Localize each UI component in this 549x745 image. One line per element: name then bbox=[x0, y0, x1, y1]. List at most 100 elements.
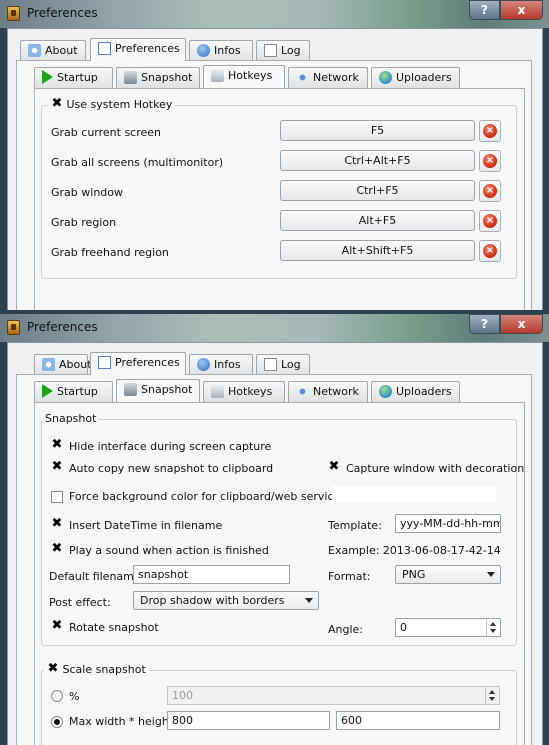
subtab-snapshot[interactable]: Snapshot bbox=[116, 67, 200, 88]
clear-hotkey-button[interactable]: × bbox=[479, 180, 501, 202]
clear-icon: × bbox=[483, 184, 497, 198]
window-title: Preferences bbox=[27, 320, 98, 334]
tab-preferences[interactable]: Preferences bbox=[90, 38, 186, 61]
clear-icon: × bbox=[483, 244, 497, 258]
rotate-snapshot-label: Rotate snapshot bbox=[69, 621, 159, 634]
hide-interface-label: Hide interface during screen capture bbox=[69, 440, 272, 453]
tab-label: About bbox=[59, 358, 92, 371]
hotkey-field-grab-region[interactable]: Alt+F5 bbox=[280, 210, 475, 231]
subtab-hotkeys[interactable]: Hotkeys bbox=[203, 381, 285, 402]
info-circle-icon bbox=[197, 357, 210, 371]
tab-label: Uploaders bbox=[396, 385, 452, 398]
title-bar: Preferences ? x bbox=[0, 0, 549, 28]
window-body: About Preferences Infos Log Startup Snap… bbox=[7, 342, 543, 745]
preferences-window-snapshot: Preferences ? x About Preferences Infos … bbox=[0, 314, 549, 745]
globe-icon bbox=[379, 384, 392, 398]
subtab-snapshot[interactable]: Snapshot bbox=[116, 379, 200, 402]
scale-snapshot-checkbox[interactable]: ✖ bbox=[47, 662, 59, 676]
tab-infos[interactable]: Infos bbox=[189, 354, 253, 375]
tab-infos[interactable]: Infos bbox=[189, 40, 253, 61]
template-label: Template: bbox=[328, 519, 382, 532]
percent-radio[interactable] bbox=[51, 690, 63, 702]
clear-hotkey-button[interactable]: × bbox=[479, 150, 501, 172]
rotate-snapshot-checkbox[interactable]: ✖ bbox=[51, 619, 63, 633]
subtab-uploaders[interactable]: Uploaders bbox=[371, 67, 460, 88]
play-sound-label: Play a sound when action is finished bbox=[69, 544, 269, 557]
tab-label: Infos bbox=[214, 44, 241, 57]
hide-interface-checkbox[interactable]: ✖ bbox=[51, 438, 63, 452]
max-height-input[interactable]: 600 bbox=[336, 711, 500, 730]
force-background-checkbox[interactable] bbox=[51, 491, 63, 503]
preferences-pane: Startup Snapshot Hotkeys Network Uploade… bbox=[16, 60, 532, 310]
hotkey-field-grab-freehand-region[interactable]: Alt+Shift+F5 bbox=[280, 240, 475, 261]
tab-label: Startup bbox=[57, 385, 98, 398]
default-filename-input[interactable]: snapshot bbox=[133, 565, 290, 584]
hotkey-row-label: Grab current screen bbox=[51, 126, 162, 139]
subtab-network[interactable]: Network bbox=[288, 381, 368, 402]
max-width-input[interactable]: 800 bbox=[167, 711, 330, 730]
tab-label: Preferences bbox=[115, 356, 180, 369]
angle-spinbox[interactable]: 0 bbox=[395, 618, 501, 637]
help-button[interactable]: ? bbox=[469, 314, 500, 334]
tab-label: Preferences bbox=[115, 42, 180, 55]
spin-arrows-icon[interactable] bbox=[486, 619, 500, 636]
insert-datetime-checkbox[interactable]: ✖ bbox=[51, 517, 63, 531]
camera-icon bbox=[124, 70, 137, 84]
close-button[interactable]: x bbox=[500, 314, 543, 334]
tab-about[interactable]: About bbox=[34, 354, 92, 375]
window-body: About Preferences Infos Log Startup Snap… bbox=[7, 28, 543, 310]
subtab-uploaders[interactable]: Uploaders bbox=[371, 381, 460, 402]
subtab-network[interactable]: Network bbox=[288, 67, 368, 88]
chevron-down-icon bbox=[487, 572, 495, 577]
max-size-radio[interactable] bbox=[51, 716, 63, 728]
auto-copy-checkbox[interactable]: ✖ bbox=[51, 460, 63, 474]
percent-spinbox[interactable]: 100 bbox=[167, 686, 500, 705]
tab-label: Uploaders bbox=[396, 71, 452, 84]
tab-preferences[interactable]: Preferences bbox=[90, 352, 186, 375]
tab-label: Network bbox=[313, 71, 359, 84]
app-icon bbox=[7, 6, 20, 21]
hotkey-row-label: Grab freehand region bbox=[51, 246, 169, 259]
subtab-hotkeys[interactable]: Hotkeys bbox=[203, 65, 285, 88]
background-color-swatch[interactable] bbox=[332, 486, 496, 502]
tab-log[interactable]: Log bbox=[256, 40, 310, 61]
spin-arrows-icon[interactable] bbox=[485, 687, 499, 704]
clear-hotkey-button[interactable]: × bbox=[479, 240, 501, 262]
format-label: Format: bbox=[328, 570, 371, 583]
template-input[interactable]: yyy-MM-dd-hh-mm-ss bbox=[395, 514, 501, 533]
help-button[interactable]: ? bbox=[469, 0, 500, 20]
clear-icon: × bbox=[483, 124, 497, 138]
info-icon bbox=[42, 357, 55, 371]
preferences-window-hotkeys: Preferences ? x About Preferences Infos … bbox=[0, 0, 549, 310]
hotkeys-pane: ✖ Use system Hotkey Grab current screen … bbox=[34, 88, 525, 310]
close-button[interactable]: x bbox=[500, 0, 543, 20]
use-system-hotkey-checkbox[interactable]: ✖ bbox=[51, 97, 63, 111]
format-select[interactable]: PNG bbox=[395, 565, 501, 584]
subtab-startup[interactable]: Startup bbox=[34, 67, 113, 88]
hotkey-field-grab-window[interactable]: Ctrl+F5 bbox=[280, 180, 475, 201]
default-filename-label: Default filename: bbox=[49, 570, 145, 583]
subtab-startup[interactable]: Startup bbox=[34, 381, 113, 402]
tab-label: Log bbox=[281, 44, 301, 57]
use-system-hotkey-label: Use system Hotkey bbox=[66, 98, 173, 111]
hotkey-field-grab-current-screen[interactable]: F5 bbox=[280, 120, 475, 141]
tab-label: Hotkeys bbox=[228, 385, 273, 398]
network-icon bbox=[296, 384, 309, 398]
force-background-label: Force background color for clipboard/web… bbox=[69, 490, 347, 503]
app-icon bbox=[7, 320, 20, 335]
preferences-pane: Startup Snapshot Hotkeys Network Uploade… bbox=[16, 374, 532, 745]
clear-hotkey-button[interactable]: × bbox=[479, 210, 501, 232]
clear-icon: × bbox=[483, 214, 497, 228]
play-sound-checkbox[interactable]: ✖ bbox=[51, 542, 63, 556]
hotkey-field-grab-all-screens[interactable]: Ctrl+Alt+F5 bbox=[280, 150, 475, 171]
title-bar: Preferences ? x bbox=[0, 314, 549, 342]
max-size-label: Max width * height bbox=[69, 715, 174, 728]
tab-about[interactable]: About bbox=[20, 40, 86, 61]
capture-decoration-checkbox[interactable]: ✖ bbox=[328, 460, 340, 474]
tab-log[interactable]: Log bbox=[256, 354, 310, 375]
use-system-hotkey-title: ✖ Use system Hotkey bbox=[48, 97, 176, 111]
auto-copy-label: Auto copy new snapshot to clipboard bbox=[69, 462, 274, 475]
hotkey-row-label: Grab all screens (multimonitor) bbox=[51, 156, 224, 169]
post-effect-select[interactable]: Drop shadow with borders bbox=[133, 591, 319, 610]
clear-hotkey-button[interactable]: × bbox=[479, 120, 501, 142]
